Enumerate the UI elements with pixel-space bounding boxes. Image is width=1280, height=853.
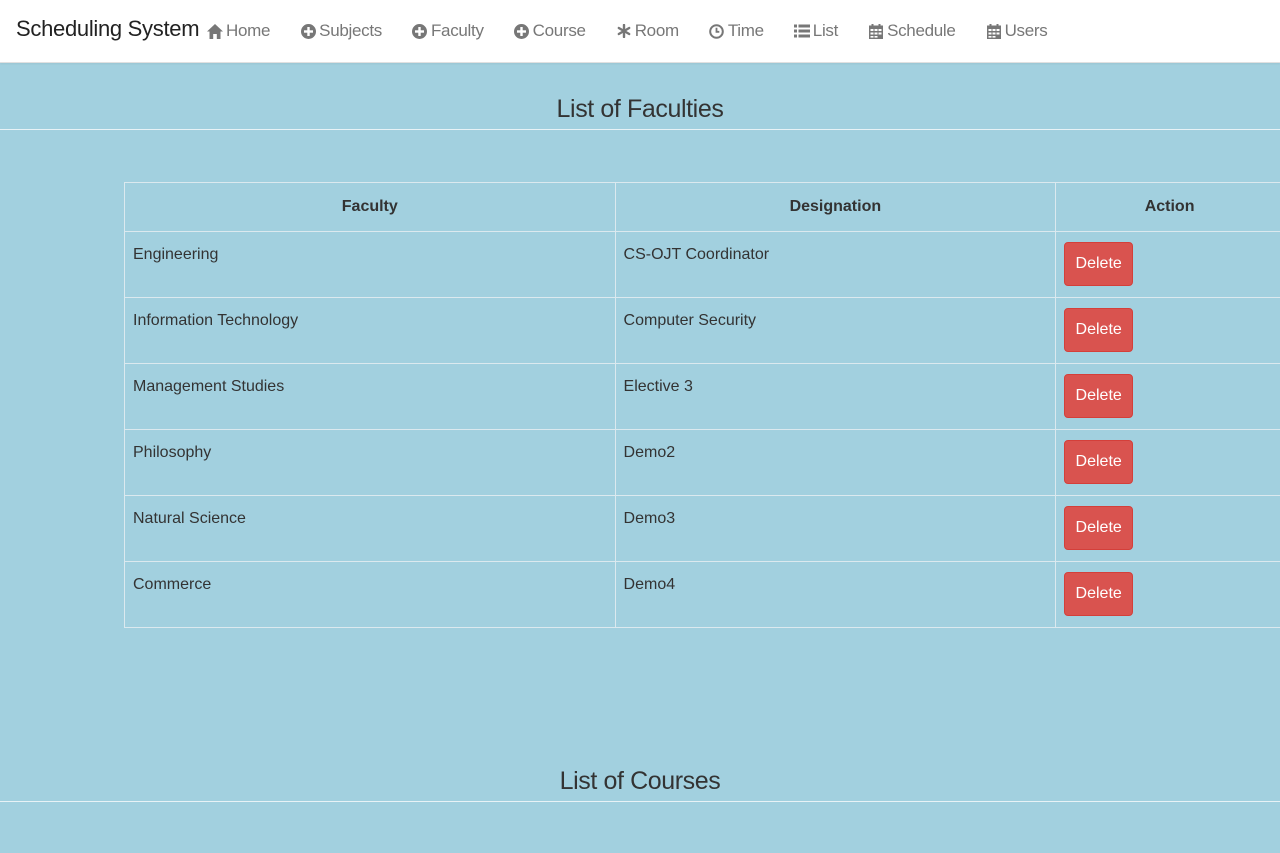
delete-button[interactable]: Delete — [1064, 374, 1134, 418]
action-cell: Delete — [1055, 363, 1280, 430]
section-divider — [0, 129, 1280, 130]
faculty-cell: Engineering — [124, 231, 616, 298]
delete-button[interactable]: Delete — [1064, 440, 1134, 484]
action-cell: Delete — [1055, 495, 1280, 562]
nav-menu: Home Subjects Faculty Course Room Time L… — [207, 0, 1077, 62]
faculty-cell: Information Technology — [124, 297, 616, 364]
nav-item-subjects[interactable]: Subjects — [300, 21, 382, 41]
faculty-cell: Philosophy — [124, 429, 616, 496]
nav-item-course[interactable]: Course — [514, 21, 586, 41]
table-row: Philosophy Demo2 Delete — [124, 429, 1280, 496]
column-header-action: Action — [1055, 182, 1280, 232]
table-row: Management Studies Elective 3 Delete — [124, 363, 1280, 430]
table-row: Information Technology Computer Security… — [124, 297, 1280, 364]
designation-cell: Demo3 — [614, 495, 1057, 562]
column-header-faculty: Faculty — [124, 182, 616, 232]
nav-item-schedule[interactable]: Schedule — [868, 21, 956, 41]
nav-item-label: Home — [226, 21, 271, 40]
designation-cell: Demo4 — [614, 561, 1057, 628]
delete-button[interactable]: Delete — [1064, 572, 1134, 616]
nav-item-label: Room — [634, 21, 679, 40]
nav-item-label: List — [812, 21, 839, 40]
plus-circle-icon — [514, 23, 530, 39]
designation-cell: CS-OJT Coordinator — [614, 231, 1057, 298]
clock-icon — [709, 23, 725, 39]
nav-item-label: Users — [1004, 21, 1048, 40]
table-row: Commerce Demo4 Delete — [124, 561, 1280, 628]
faculty-cell: Natural Science — [124, 495, 616, 562]
action-cell: Delete — [1055, 561, 1280, 628]
nav-item-time[interactable]: Time — [709, 21, 764, 41]
plus-circle-icon — [412, 23, 428, 39]
list-icon — [793, 23, 810, 39]
nav-item-users[interactable]: Users — [986, 21, 1048, 41]
designation-cell: Computer Security — [614, 297, 1057, 364]
action-cell: Delete — [1055, 429, 1280, 496]
action-cell: Delete — [1055, 297, 1280, 364]
delete-button[interactable]: Delete — [1064, 506, 1134, 550]
nav-item-label: Course — [532, 21, 586, 40]
nav-item-label: Subjects — [319, 21, 382, 40]
nav-item-home[interactable]: Home — [207, 21, 270, 41]
home-icon — [207, 23, 223, 39]
nav-item-label: Schedule — [887, 21, 956, 40]
nav-item-list[interactable]: List — [793, 21, 839, 41]
action-cell: Delete — [1055, 231, 1280, 298]
table-row: Natural Science Demo3 Delete — [124, 495, 1280, 562]
courses-section-title: List of Courses — [559, 767, 721, 795]
designation-cell: Demo2 — [614, 429, 1057, 496]
plus-circle-icon — [300, 23, 316, 39]
faculty-cell: Commerce — [124, 561, 616, 628]
nav-item-label: Faculty — [430, 21, 484, 40]
delete-button[interactable]: Delete — [1064, 242, 1134, 286]
calendar-icon — [868, 23, 884, 39]
table-row: Engineering CS-OJT Coordinator Delete — [124, 231, 1280, 298]
nav-item-faculty[interactable]: Faculty — [412, 21, 484, 41]
asterisk-icon — [616, 23, 632, 39]
nav-item-room[interactable]: Room — [616, 21, 679, 41]
section-divider — [0, 801, 1280, 802]
faculties-section-title: List of Faculties — [556, 95, 724, 123]
brand-title[interactable]: Scheduling System — [16, 16, 200, 42]
faculty-cell: Management Studies — [124, 363, 616, 430]
designation-cell: Elective 3 — [614, 363, 1057, 430]
nav-item-label: Time — [727, 21, 764, 40]
top-navbar: Scheduling System Home Subjects Faculty … — [0, 0, 1280, 63]
column-header-designation: Designation — [614, 182, 1057, 232]
faculties-table: Faculty Designation Action Engineering C… — [124, 182, 1280, 628]
calendar-icon — [986, 23, 1002, 39]
table-header-row: Faculty Designation Action — [124, 182, 1280, 232]
delete-button[interactable]: Delete — [1064, 308, 1134, 352]
